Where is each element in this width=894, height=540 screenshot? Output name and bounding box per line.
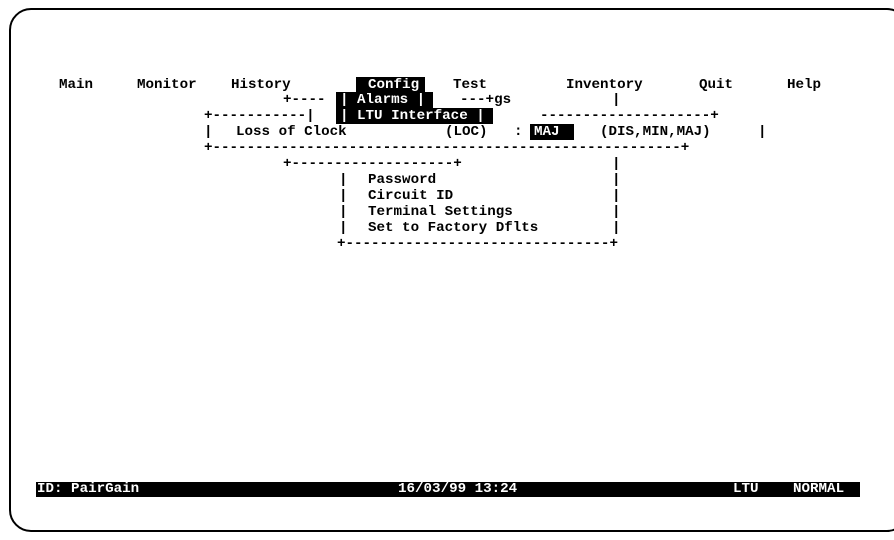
submenu-right-2: | [612,188,621,204]
loc-separator: : [514,124,523,140]
submenu-item-factory-defaults[interactable]: Set to Factory Dflts [368,220,538,236]
dialog-left-edge: | [204,124,213,140]
status-datetime: 16/03/99 13:24 [398,481,518,497]
dialog-right-edge: | [758,124,767,140]
dialog-top-border-right: --------------------+ [540,108,719,124]
submenu-bottom-border: +-------------------------------+ [337,236,618,252]
submenu-item-circuit-id[interactable]: Circuit ID [368,188,453,204]
submenu-left-2: | [339,188,348,204]
submenu-left-4: | [339,220,348,236]
submenu-right-3: | [612,204,621,220]
menu-quit[interactable]: Quit [699,77,733,93]
menu-help[interactable]: Help [787,77,821,93]
menu-main[interactable]: Main [59,77,93,93]
submenu-item-password[interactable]: Password [368,172,436,188]
menu-monitor[interactable]: Monitor [137,77,197,93]
dialog-bottom-border: +---------------------------------------… [204,140,690,156]
dropdown-border-left: +---- [283,92,326,108]
menu-item-alarms-label: Alarms [357,92,409,108]
submenu-top-border: +-------------------+ [283,156,462,172]
submenu-edge-1: | [612,156,621,172]
loc-value-field[interactable]: MAJ [530,124,574,140]
submenu-right-1: | [612,172,621,188]
status-state: NORMAL [793,481,845,497]
menu-item-alarms[interactable]: | Alarms | [336,92,434,108]
dropdown-border-right: ---+gs [460,92,512,108]
submenu-item-terminal-settings[interactable]: Terminal Settings [368,204,513,220]
status-id: ID: PairGain [37,481,140,497]
terminal-screen: Main Monitor History Config Test Invento… [0,0,894,540]
menu-item-ltu-interface[interactable]: | LTU Interface | [336,108,493,124]
menu-history[interactable]: History [231,77,291,93]
loc-abbrev: (LOC) [445,124,488,140]
menu-config[interactable]: Config [356,77,426,93]
menu-test[interactable]: Test [453,77,487,93]
status-bar: ID: PairGain 16/03/99 13:24 LTU NORMAL [36,482,860,497]
menu-inventory[interactable]: Inventory [566,77,643,93]
status-unit: LTU [733,481,759,497]
loc-label: Loss of Clock [236,124,347,140]
submenu-left-1: | [339,172,348,188]
submenu-right-4: | [612,220,621,236]
loc-options: (DIS,MIN,MAJ) [600,124,711,140]
dropdown-edge: | [612,92,621,108]
overlap-fragment: gs [494,92,512,108]
submenu-left-3: | [339,204,348,220]
menu-item-ltu-interface-label: LTU Interface [357,108,468,124]
dialog-top-border-left: +-----------| [204,108,315,124]
